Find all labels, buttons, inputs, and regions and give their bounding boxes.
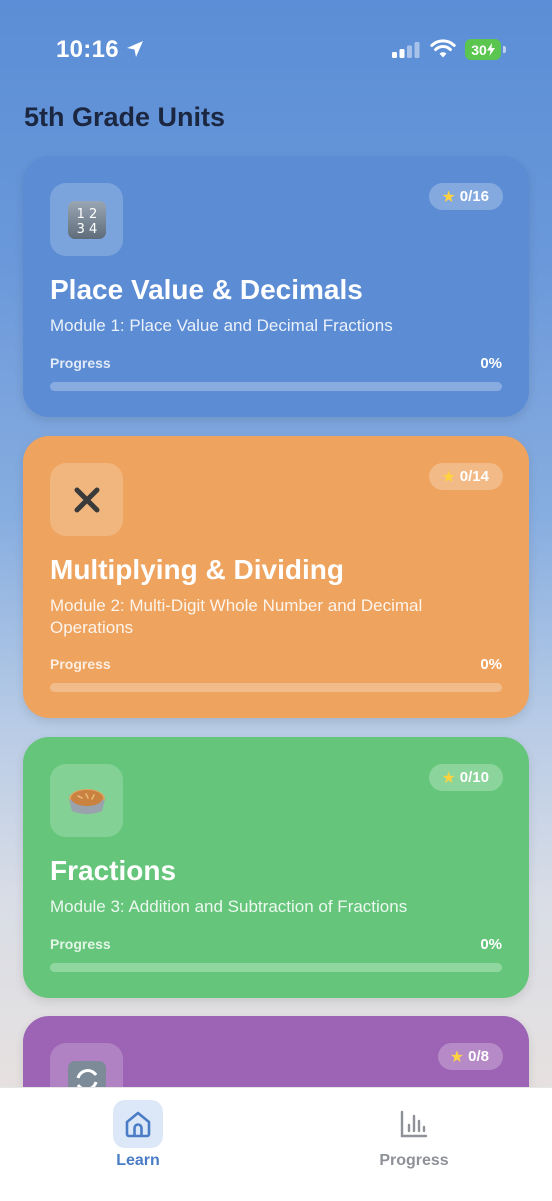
- unit-icon-box: [50, 463, 123, 536]
- pie-icon: [68, 788, 105, 814]
- star-count-badge: ★ 0/14: [429, 463, 503, 490]
- cellular-signal-icon: [392, 42, 420, 58]
- input-numbers-icon: 1 2 3 4: [67, 200, 106, 239]
- star-count-badge: ★ 0/8: [437, 1043, 503, 1070]
- svg-text:3 4: 3 4: [76, 222, 97, 237]
- unit-subtitle: Module 1: Place Value and Decimal Fracti…: [50, 316, 393, 335]
- svg-text:1 2: 1 2: [76, 207, 97, 222]
- progress-label: Progress: [50, 656, 111, 672]
- unit-subtitle: Module 3: Addition and Subtraction of Fr…: [50, 897, 408, 916]
- tab-icon-wrap: [389, 1100, 439, 1148]
- battery-level: 30: [471, 41, 487, 58]
- status-bar: 10:16 30: [0, 0, 552, 100]
- unit-card-place-value[interactable]: 1 2 3 4 ★ 0/16 Place Value & Decimals Mo…: [23, 156, 529, 417]
- progress-value: 0%: [480, 355, 502, 372]
- unit-title: Multiplying & Dividing: [50, 554, 344, 585]
- star-count-badge: ★ 0/16: [429, 183, 503, 210]
- bar-chart-icon: [400, 1110, 428, 1138]
- tab-icon-highlight: [113, 1100, 163, 1148]
- tab-learn[interactable]: Learn: [63, 1100, 213, 1180]
- star-icon: ★: [441, 769, 456, 787]
- charging-bolt-icon: [486, 43, 495, 56]
- unit-title: Fractions: [50, 855, 177, 886]
- wifi-icon: [430, 39, 456, 58]
- page-title: 5th Grade Units: [24, 102, 226, 132]
- star-count-badge: ★ 0/10: [429, 764, 503, 791]
- progress-bar: [50, 382, 502, 391]
- star-icon: ★: [441, 188, 456, 206]
- location-arrow-icon: [127, 41, 143, 57]
- unit-subtitle: Module 2: Multi-Digit Whole Number and D…: [50, 596, 423, 637]
- multiply-icon: [74, 487, 99, 512]
- unit-title: Place Value & Decimals: [50, 274, 363, 305]
- progress-label: Progress: [50, 936, 111, 952]
- tab-label: Learn: [116, 1152, 160, 1169]
- progress-bar: [50, 683, 502, 692]
- unit-card-multiplying-dividing[interactable]: ★ 0/14 Multiplying & Dividing Module 2: …: [23, 436, 529, 718]
- star-icon: ★: [441, 468, 456, 486]
- tab-bar: Learn Progress: [0, 1087, 552, 1201]
- status-time: 10:16: [56, 36, 119, 63]
- progress-value: 0%: [480, 936, 502, 953]
- tab-label: Progress: [379, 1152, 449, 1169]
- star-icon: ★: [449, 1048, 465, 1066]
- progress-value: 0%: [480, 656, 502, 673]
- progress-label: Progress: [50, 355, 111, 371]
- home-icon: [125, 1111, 151, 1138]
- unit-icon-box: [50, 764, 123, 837]
- unit-icon-box: 1 2 3 4: [50, 183, 123, 256]
- unit-card-fractions[interactable]: ★ 0/10 Fractions Module 3: Addition and …: [23, 737, 529, 998]
- progress-bar: [50, 963, 502, 972]
- tab-progress[interactable]: Progress: [339, 1100, 489, 1180]
- battery-indicator: 30: [465, 39, 507, 60]
